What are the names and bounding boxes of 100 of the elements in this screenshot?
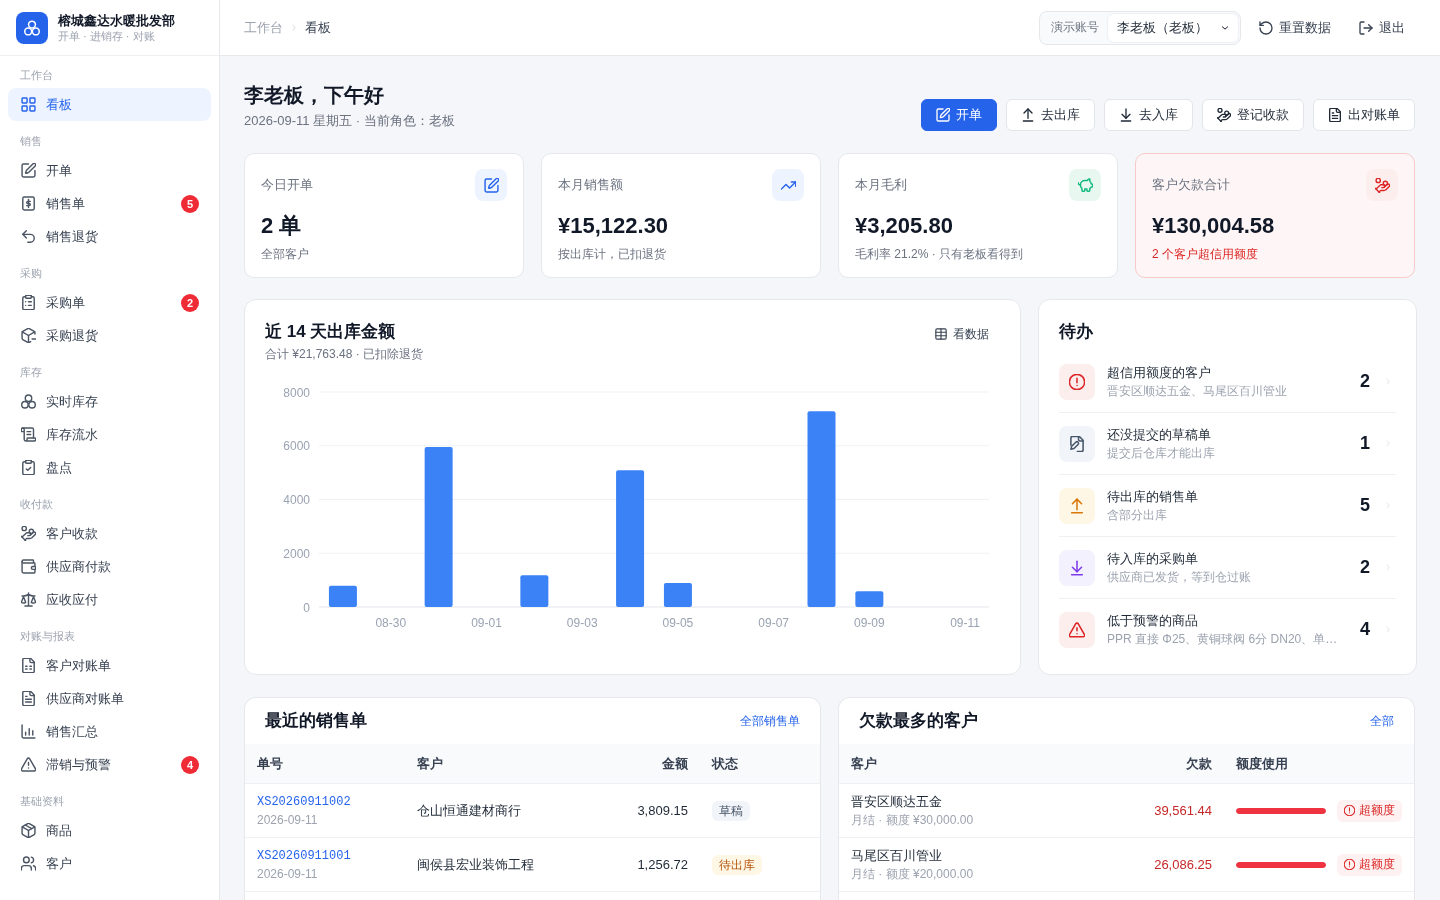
nav-item[interactable]: 应收应付 — [8, 583, 211, 616]
outbound-button[interactable]: 去出库 — [1006, 99, 1095, 131]
nav-item[interactable]: 看板 — [8, 88, 211, 121]
chevron-right-icon — [1385, 500, 1391, 511]
account-select[interactable]: 李老板（老板） — [1108, 13, 1238, 42]
credit-terms: 月结 · 额度 ¥30,000.00 — [851, 812, 974, 829]
nav-item[interactable]: 商品 — [8, 814, 211, 847]
x-tick-label: 08-30 — [375, 615, 407, 630]
chart-subtitle: 合计 ¥21,763.48 · 已扣除退货 — [265, 346, 424, 363]
todo-item-detail: 供应商已发货，等到仓过账 — [1107, 569, 1251, 586]
nav-item[interactable]: 采购单 2 — [8, 286, 211, 319]
table-icon — [935, 328, 947, 340]
record-payment-button[interactable]: 登记收款 — [1202, 99, 1304, 131]
nav-item[interactable]: 盘点 — [8, 451, 211, 484]
brand-name: 榕城鑫达水暖批发部 — [58, 12, 175, 29]
nav-item[interactable]: 供应商付款 — [8, 550, 211, 583]
wallet-icon — [21, 559, 36, 574]
alert-icon — [1059, 363, 1095, 400]
stat-label: 客户欠款合计 — [1152, 176, 1230, 194]
todo-item-title[interactable]: 待入库的采购单 — [1107, 549, 1198, 568]
piggy-bank-icon — [1069, 169, 1101, 201]
warning-icon — [1059, 611, 1095, 648]
logout-button[interactable]: 退出 — [1349, 11, 1415, 44]
todo-item-detail: PPR 直接 Φ25、黄铜球阀 6分 DN20、单… — [1107, 631, 1338, 648]
download-icon — [1059, 549, 1095, 586]
edit-icon — [936, 108, 950, 122]
view-all-link[interactable]: 全部 — [1370, 712, 1394, 730]
greeting-subtitle: 2026-09-11 星期五 · 当前角色：老板 — [244, 112, 455, 130]
column-header: 单号 — [257, 754, 283, 773]
upload-icon — [1059, 487, 1095, 524]
bar-chart-icon — [21, 724, 36, 739]
nav-item[interactable]: 销售汇总 — [8, 715, 211, 748]
order-number-link[interactable]: XS20260911001 — [257, 846, 351, 865]
edit-icon — [475, 169, 507, 201]
stat-note: 毛利率 21.2% · 只有老板看得到 — [855, 246, 1024, 262]
column-header: 客户 — [417, 754, 443, 773]
column-header: 客户 — [851, 754, 877, 773]
nav-item[interactable]: 客户对账单 — [8, 649, 211, 682]
bar — [663, 583, 692, 607]
nav-item[interactable]: 采购退货 — [8, 319, 211, 352]
document-icon — [1328, 108, 1342, 122]
todo-title: 待办 — [1059, 321, 1093, 343]
grid-icon — [21, 97, 36, 112]
x-tick-label: 09-11 — [950, 615, 980, 630]
statement-button[interactable]: 出对账单 — [1313, 99, 1415, 131]
view-all-link[interactable]: 全部销售单 — [740, 712, 800, 730]
nav-item[interactable]: 开单 — [8, 154, 211, 187]
inbound-button[interactable]: 去入库 — [1104, 99, 1193, 131]
nav-item[interactable]: 客户收款 — [8, 517, 211, 550]
y-tick-label: 6000 — [283, 439, 310, 454]
nav-item[interactable]: 库存流水 — [8, 418, 211, 451]
over-limit-text: 超额度 — [1359, 856, 1395, 873]
alert-icon — [1344, 805, 1355, 816]
view-data-button[interactable]: 看数据 — [935, 322, 1000, 346]
x-tick-label: 09-07 — [758, 615, 789, 630]
x-tick-label: 09-01 — [471, 615, 502, 630]
nav-item[interactable]: 客户 — [8, 847, 211, 880]
stat-note: 全部客户 — [261, 246, 309, 262]
nav-item[interactable]: 实时库存 — [8, 385, 211, 418]
clipboard-check-icon — [21, 460, 36, 475]
reset-data-button[interactable]: 重置数据 — [1249, 11, 1341, 44]
nav-section-label: 工作台 — [20, 68, 53, 83]
column-header: 欠款 — [1186, 754, 1213, 773]
todo-item-title[interactable]: 还没提交的草稿单 — [1107, 425, 1211, 444]
nav-item[interactable]: 销售单 5 — [8, 187, 211, 220]
y-tick-label: 8000 — [283, 385, 310, 400]
debt-amount: 26,086.25 — [1154, 857, 1213, 872]
new-order-button[interactable]: 开单 — [921, 99, 997, 131]
top-debtors-title: 欠款最多的客户 — [859, 710, 978, 732]
todo-item-detail: 提交后仓库才能出库 — [1107, 445, 1215, 462]
stat-note: 按出库计，已扣退货 — [558, 246, 666, 262]
nav-item[interactable]: 滞销与预警 4 — [8, 748, 211, 781]
credit-terms: 月结 · 额度 ¥20,000.00 — [851, 866, 974, 883]
warning-icon — [21, 757, 36, 772]
recent-sales-title: 最近的销售单 — [265, 710, 367, 732]
todo-item-title[interactable]: 超信用额度的客户 — [1107, 363, 1211, 382]
amount-cell-text: 3,809.15 — [637, 803, 689, 818]
chevron-down-icon — [1220, 24, 1230, 31]
order-number-link[interactable]: XS20260911002 — [257, 792, 351, 811]
todo-item-detail: 晋安区顺达五金、马尾区百川管业 — [1107, 383, 1287, 400]
todo-item-title[interactable]: 低于预警的商品 — [1107, 611, 1198, 630]
chevron-right-icon — [1385, 376, 1391, 387]
logout-icon — [1359, 20, 1373, 35]
nav-item[interactable]: 销售退货 — [8, 220, 211, 253]
order-date: 2026-09-11 — [257, 811, 318, 829]
refresh-icon — [1259, 20, 1273, 35]
chevron-right-icon — [1385, 438, 1391, 449]
chevron-right-icon — [1385, 562, 1391, 573]
document-icon — [21, 691, 36, 706]
order-date: 2026-09-11 — [257, 865, 318, 883]
box-icon — [21, 823, 36, 838]
todo-count: 5 — [1360, 495, 1370, 516]
customer-name: 马尾区百川管业 — [851, 847, 942, 865]
logo-icon — [16, 11, 48, 44]
greeting-title: 李老板，下午好 — [244, 83, 384, 108]
bar — [520, 575, 549, 607]
nav-item[interactable]: 供应商对账单 — [8, 682, 211, 715]
hand-coins-icon — [1217, 108, 1231, 122]
todo-item-title[interactable]: 待出库的销售单 — [1107, 487, 1198, 506]
undo-icon — [21, 229, 36, 244]
